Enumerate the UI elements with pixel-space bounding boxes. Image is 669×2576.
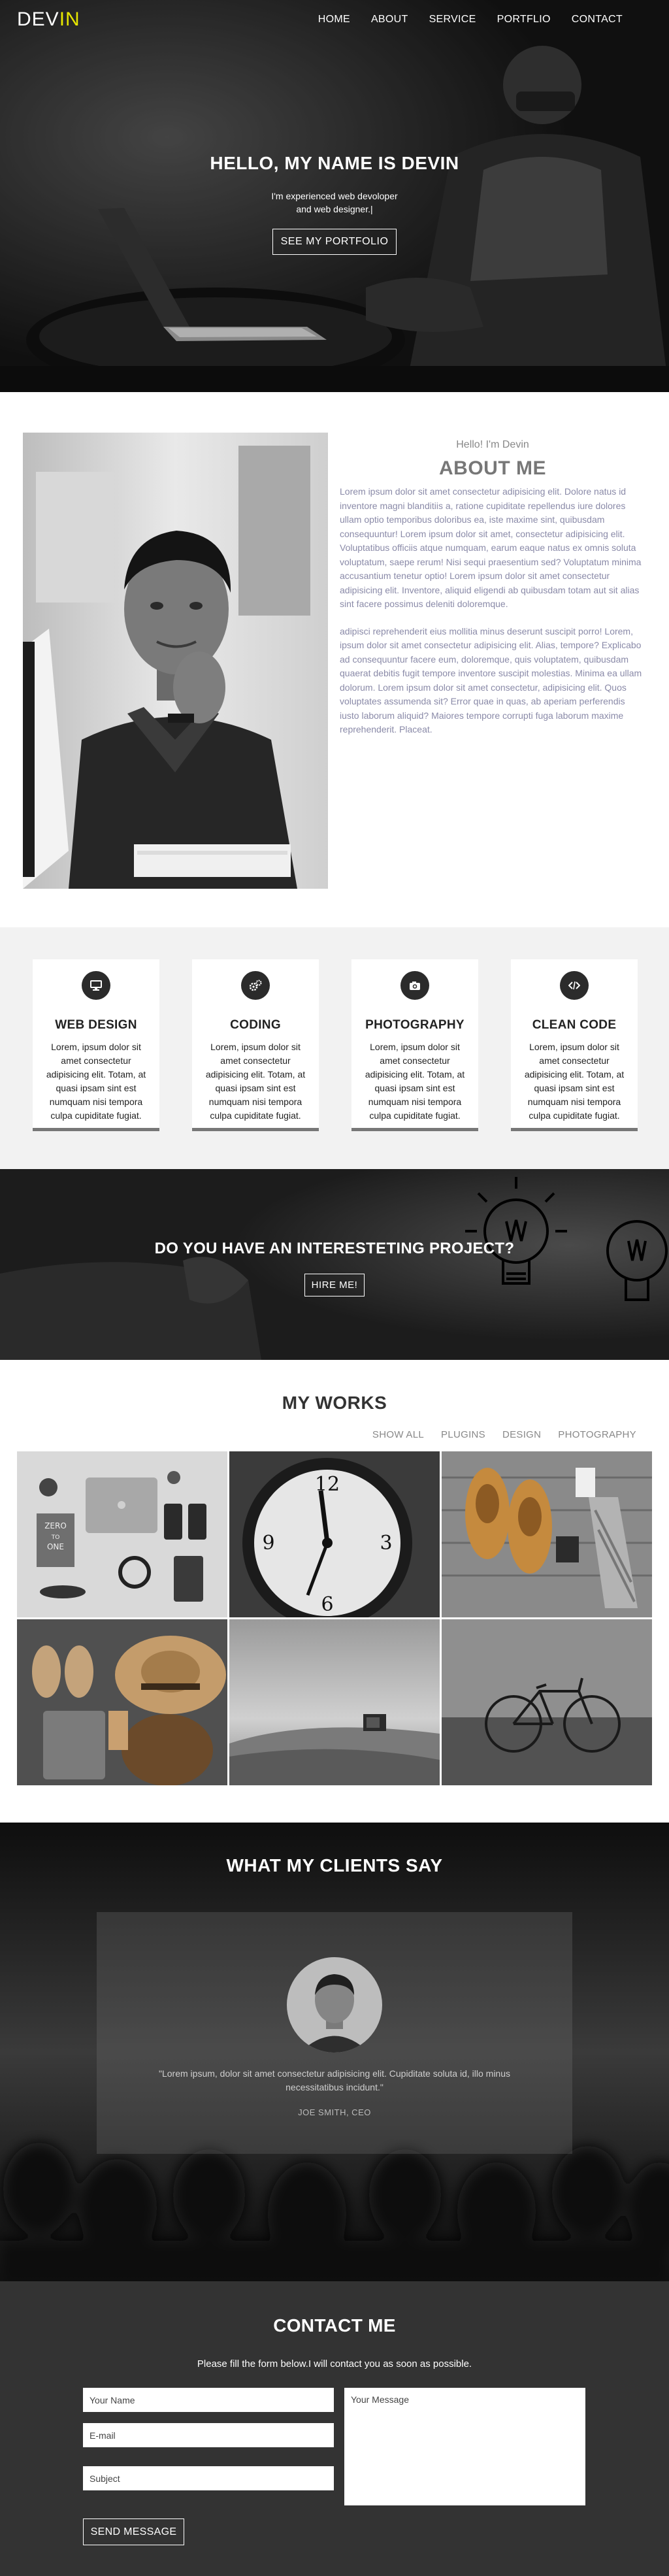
testimonial-card: "Lorem ipsum, dolor sit amet consectetur… bbox=[97, 1912, 572, 2154]
testimonials-title: WHAT MY CLIENTS SAY bbox=[226, 1855, 443, 1875]
subject-field[interactable] bbox=[83, 2466, 334, 2490]
portfolio-filters: SHOW ALL PLUGINS DESIGN PHOTOGRAPHY bbox=[372, 1429, 636, 1440]
top-navigation: DEVIN HOME ABOUT SERVICE PORTFLIO CONTAC… bbox=[0, 0, 669, 39]
svg-text:9: 9 bbox=[262, 1532, 274, 1555]
client-avatar bbox=[287, 1957, 382, 2053]
svg-text:3: 3 bbox=[380, 1532, 392, 1555]
nav-item-home[interactable]: HOME bbox=[318, 14, 350, 25]
services-row: WEB DESIGN Lorem, ipsum dolor sit amet c… bbox=[33, 959, 638, 1131]
nav-menu: HOME ABOUT SERVICE PORTFLIO CONTACT bbox=[318, 14, 623, 25]
testimonial-author: JOE SMITH, CEO bbox=[298, 2107, 371, 2117]
service-title: CODING bbox=[230, 1018, 281, 1032]
code-icon bbox=[560, 971, 589, 1000]
svg-text:6: 6 bbox=[321, 1593, 333, 1616]
message-field[interactable] bbox=[344, 2388, 585, 2505]
gears-icon bbox=[241, 971, 270, 1000]
hero-content: HELLO, MY NAME IS DEVIN I'm experienced … bbox=[0, 153, 669, 255]
portfolio-item-bicycle[interactable] bbox=[442, 1619, 652, 1785]
about-section: Hello! I'm Devin ABOUT ME Lorem ipsum do… bbox=[0, 392, 669, 927]
portfolio-grid: ZERO TO ONE 12 3 6 9 bbox=[17, 1451, 652, 1785]
logo-accent-text: IN bbox=[59, 8, 80, 30]
svg-text:12: 12 bbox=[315, 1473, 340, 1496]
cta-title: DO YOU HAVE AN INTERESTETING PROJECT? bbox=[154, 1240, 515, 1257]
works-title: MY WORKS bbox=[282, 1393, 387, 1413]
service-description: Lorem, ipsum dolor sit amet consectetur … bbox=[365, 1042, 465, 1121]
testimonial-quote: "Lorem ipsum, dolor sit amet consectetur… bbox=[159, 2068, 510, 2092]
nav-item-portfolio[interactable]: PORTFLIO bbox=[497, 14, 551, 25]
service-description: Lorem, ipsum dolor sit amet consectetur … bbox=[205, 1042, 306, 1121]
see-portfolio-button[interactable]: SEE MY PORTFOLIO bbox=[272, 229, 397, 255]
about-kicker: Hello! I'm Devin bbox=[456, 439, 529, 450]
contact-title: CONTACT ME bbox=[273, 2315, 396, 2336]
portfolio-item-desert-tv[interactable] bbox=[229, 1619, 440, 1785]
camera-icon bbox=[400, 971, 429, 1000]
testimonials-section: WHAT MY CLIENTS SAY "Lorem ipsum, dolor … bbox=[0, 1823, 669, 2281]
service-description: Lorem, ipsum dolor sit amet consectetur … bbox=[46, 1042, 146, 1121]
filter-show-all[interactable]: SHOW ALL bbox=[372, 1429, 424, 1440]
cta-content: DO YOU HAVE AN INTERESTETING PROJECT? HI… bbox=[0, 1240, 669, 1296]
book-title-line: TO bbox=[51, 1534, 60, 1541]
name-field[interactable] bbox=[83, 2388, 334, 2412]
book-title-line: ZERO bbox=[44, 1521, 67, 1530]
hero-section: DEVIN HOME ABOUT SERVICE PORTFLIO CONTAC… bbox=[0, 0, 669, 392]
send-message-button[interactable]: SEND MESSAGE bbox=[83, 2518, 184, 2545]
about-text-block: Hello! I'm Devin ABOUT ME Lorem ipsum do… bbox=[340, 439, 645, 737]
contact-subtitle: Please fill the form below.I will contac… bbox=[197, 2358, 472, 2370]
service-title: WEB DESIGN bbox=[55, 1018, 137, 1032]
email-field[interactable] bbox=[83, 2423, 334, 2447]
filter-photography[interactable]: PHOTOGRAPHY bbox=[558, 1429, 636, 1440]
logo-main-text: DEV bbox=[17, 8, 59, 30]
hero-title: HELLO, MY NAME IS DEVIN bbox=[210, 153, 459, 173]
nav-item-contact[interactable]: CONTACT bbox=[572, 14, 623, 25]
service-title: CLEAN CODE bbox=[532, 1018, 617, 1032]
nav-item-about[interactable]: ABOUT bbox=[371, 14, 408, 25]
services-section: WEB DESIGN Lorem, ipsum dolor sit amet c… bbox=[0, 927, 669, 1169]
hero-subtitle: I'm experienced web devoloper and web de… bbox=[271, 191, 398, 214]
service-card-photography: PHOTOGRAPHY Lorem, ipsum dolor sit amet … bbox=[351, 959, 478, 1131]
filter-plugins[interactable]: PLUGINS bbox=[441, 1429, 485, 1440]
about-paragraph-1: Lorem ipsum dolor sit amet consectetur a… bbox=[340, 486, 642, 609]
site-logo[interactable]: DEVIN bbox=[17, 8, 80, 31]
service-card-clean-code: CLEAN CODE Lorem, ipsum dolor sit amet c… bbox=[511, 959, 638, 1131]
hire-cta-section: DO YOU HAVE AN INTERESTETING PROJECT? HI… bbox=[0, 1169, 669, 1360]
service-card-coding: CODING Lorem, ipsum dolor sit amet conse… bbox=[192, 959, 319, 1131]
contact-section: CONTACT ME Please fill the form below.I … bbox=[0, 2281, 669, 2576]
portfolio-item-travel-hat[interactable] bbox=[17, 1619, 227, 1785]
monitor-icon bbox=[82, 971, 110, 1000]
about-title: ABOUT ME bbox=[439, 457, 546, 479]
service-card-web-design: WEB DESIGN Lorem, ipsum dolor sit amet c… bbox=[33, 959, 159, 1131]
about-portrait-photo bbox=[23, 433, 328, 889]
hire-me-button[interactable]: HIRE ME! bbox=[304, 1274, 365, 1296]
book-title-line: ONE bbox=[47, 1542, 64, 1551]
works-section: MY WORKS SHOW ALL PLUGINS DESIGN PHOTOGR… bbox=[0, 1360, 669, 1823]
nav-item-service[interactable]: SERVICE bbox=[429, 14, 476, 25]
filter-design[interactable]: DESIGN bbox=[502, 1429, 541, 1440]
service-title: PHOTOGRAPHY bbox=[365, 1018, 465, 1032]
portfolio-item-shoes[interactable] bbox=[442, 1451, 652, 1617]
service-description: Lorem, ipsum dolor sit amet consectetur … bbox=[524, 1042, 625, 1121]
portfolio-item-flatlay-gadgets[interactable]: ZERO TO ONE bbox=[17, 1451, 227, 1617]
about-paragraph-2: adipisci reprehenderit eius mollitia min… bbox=[340, 625, 642, 735]
portfolio-item-clock[interactable]: 12 3 6 9 bbox=[229, 1451, 440, 1617]
